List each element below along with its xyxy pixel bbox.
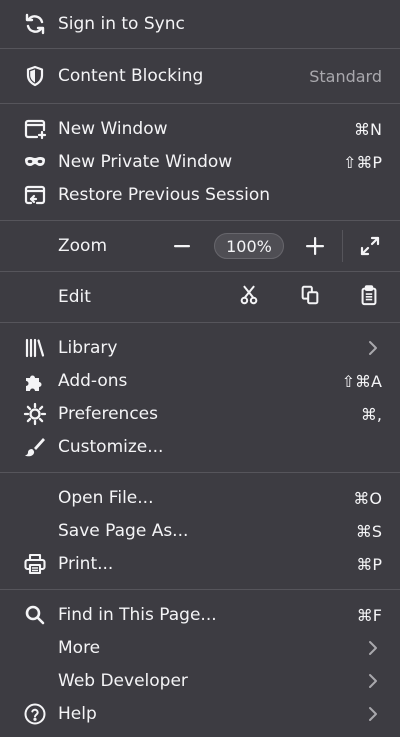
preferences-shortcut: ⌘, xyxy=(360,404,382,424)
paste-button[interactable] xyxy=(353,281,385,313)
puzzle-icon xyxy=(22,368,48,394)
addons-label: Add-ons xyxy=(58,371,128,391)
restore-session-menu-item[interactable]: Restore Previous Session xyxy=(0,179,400,211)
separator xyxy=(0,589,400,590)
separator xyxy=(0,220,400,221)
zoom-in-button[interactable] xyxy=(300,231,330,261)
restore-session-icon xyxy=(22,182,48,208)
restore-session-label: Restore Previous Session xyxy=(58,185,271,205)
help-label: Help xyxy=(58,704,97,724)
open-file-shortcut: ⌘O xyxy=(353,488,382,508)
copy-icon xyxy=(299,284,321,310)
zoom-reset-button[interactable]: 100% xyxy=(214,233,284,259)
open-file-label: Open File... xyxy=(58,488,154,508)
cut-button[interactable] xyxy=(233,281,265,313)
addons-menu-item[interactable]: Add-ons ⇧⌘A xyxy=(0,365,400,397)
separator xyxy=(0,322,400,323)
zoom-row: Zoom 100% xyxy=(0,230,400,262)
sync-label: Sign in to Sync xyxy=(58,14,185,34)
library-icon xyxy=(22,335,48,361)
content-blocking-value: Standard xyxy=(309,66,382,86)
more-label: More xyxy=(58,638,101,658)
new-private-window-label: New Private Window xyxy=(58,152,233,172)
web-developer-label: Web Developer xyxy=(58,671,188,691)
edit-row: Edit xyxy=(0,281,400,313)
print-label: Print... xyxy=(58,554,114,574)
customize-menu-item[interactable]: Customize... xyxy=(0,431,400,463)
sync-menu-item[interactable]: Sign in to Sync xyxy=(0,8,400,40)
chevron-right-icon xyxy=(369,674,377,688)
preferences-label: Preferences xyxy=(58,404,158,424)
save-page-menu-item[interactable]: Save Page As... ⌘S xyxy=(0,515,400,547)
help-menu-item[interactable]: Help xyxy=(0,698,400,730)
sync-icon xyxy=(22,11,48,37)
new-window-shortcut: ⌘N xyxy=(354,119,382,139)
clipboard-icon xyxy=(358,284,380,310)
preferences-menu-item[interactable]: Preferences ⌘, xyxy=(0,398,400,430)
search-icon xyxy=(22,602,48,628)
copy-button[interactable] xyxy=(294,281,326,313)
gear-icon xyxy=(22,401,48,427)
print-shortcut: ⌘P xyxy=(356,554,382,574)
help-icon xyxy=(22,701,48,727)
customize-label: Customize... xyxy=(58,437,164,457)
library-menu-item[interactable]: Library xyxy=(0,332,400,364)
more-menu-item[interactable]: More xyxy=(0,632,400,664)
mask-icon xyxy=(22,149,48,175)
new-window-menu-item[interactable]: New Window ⌘N xyxy=(0,113,400,145)
brush-icon xyxy=(22,434,48,460)
zoom-label: Zoom xyxy=(58,236,108,256)
save-page-label: Save Page As... xyxy=(58,521,189,541)
open-file-menu-item[interactable]: Open File... ⌘O xyxy=(0,482,400,514)
printer-icon xyxy=(22,551,48,577)
find-label: Find in This Page... xyxy=(58,605,217,625)
content-blocking-label: Content Blocking xyxy=(58,66,204,86)
separator xyxy=(0,472,400,473)
new-window-icon xyxy=(22,116,48,142)
library-label: Library xyxy=(58,338,118,358)
app-menu-panel: Sign in to Sync Content Blocking Standar… xyxy=(0,0,400,737)
new-private-window-menu-item[interactable]: New Private Window ⇧⌘P xyxy=(0,146,400,178)
addons-shortcut: ⇧⌘A xyxy=(341,371,382,391)
shield-icon xyxy=(22,63,48,89)
chevron-right-icon xyxy=(369,341,377,355)
zoom-out-button[interactable] xyxy=(167,231,197,261)
print-menu-item[interactable]: Print... ⌘P xyxy=(0,548,400,580)
find-shortcut: ⌘F xyxy=(356,605,382,625)
separator xyxy=(0,271,400,272)
web-developer-menu-item[interactable]: Web Developer xyxy=(0,665,400,697)
separator xyxy=(0,48,400,49)
new-window-label: New Window xyxy=(58,119,168,139)
separator xyxy=(0,103,400,104)
find-menu-item[interactable]: Find in This Page... ⌘F xyxy=(0,599,400,631)
chevron-right-icon xyxy=(369,707,377,721)
edit-label: Edit xyxy=(58,287,91,307)
fullscreen-button[interactable] xyxy=(355,231,385,261)
scissors-icon xyxy=(238,284,260,310)
save-page-shortcut: ⌘S xyxy=(355,521,382,541)
zoom-divider xyxy=(342,230,343,262)
new-private-window-shortcut: ⇧⌘P xyxy=(342,152,382,172)
chevron-right-icon xyxy=(369,641,377,655)
content-blocking-menu-item[interactable]: Content Blocking Standard xyxy=(0,60,400,92)
